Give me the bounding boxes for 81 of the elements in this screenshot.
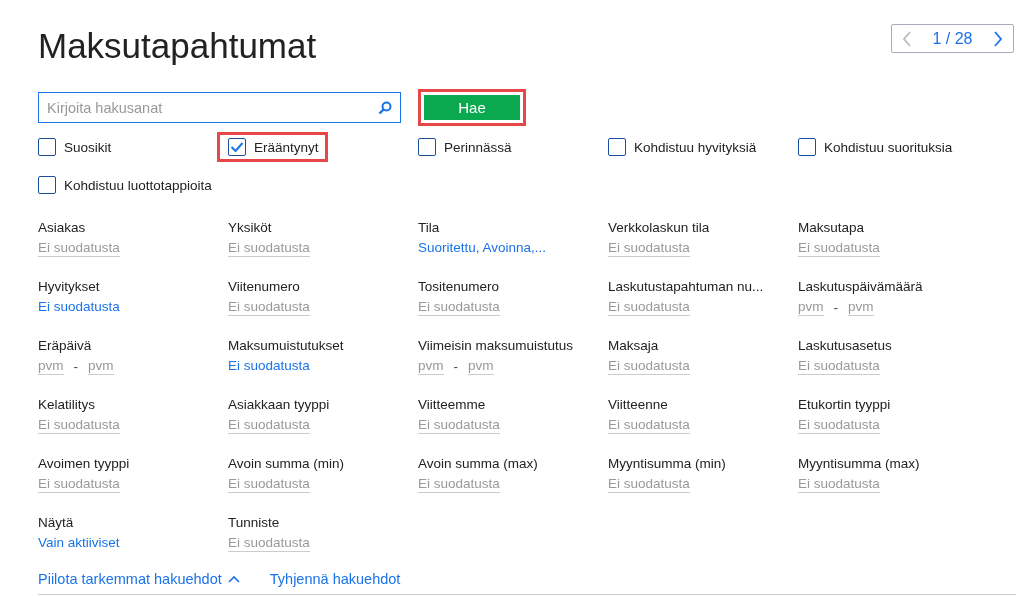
checkbox-option[interactable]: Suosikit — [27, 132, 121, 162]
filter-label: Myyntisumma (min) — [608, 456, 727, 471]
filter-value[interactable]: Ei suodatusta — [608, 298, 690, 316]
filter-label: Maksaja — [608, 338, 660, 353]
filter-value[interactable]: Ei suodatusta — [38, 475, 120, 493]
checkbox-option[interactable]: Kohdistuu hyvityksiä — [597, 132, 766, 162]
date-separator: - — [453, 358, 458, 374]
filter-label: Avoin summa (min) — [228, 456, 346, 471]
filter-label: Asiakkaan tyyppi — [228, 397, 331, 412]
date-from-field[interactable]: pvm — [418, 357, 444, 375]
filter-label: Avoin summa (max) — [418, 456, 539, 471]
filter-value[interactable]: Vain aktiiviset — [38, 534, 120, 552]
checkbox[interactable] — [418, 138, 436, 156]
filter-label: Tila — [418, 220, 441, 235]
filter-label: Yksiköt — [228, 220, 273, 235]
filter-value[interactable]: Ei suodatusta — [608, 357, 690, 375]
toggle-link[interactable]: Tyhjennä hakuehdot — [269, 571, 401, 587]
filter-value[interactable]: Ei suodatusta — [228, 357, 310, 375]
filter-value[interactable]: Ei suodatusta — [38, 416, 120, 434]
filter-value[interactable]: Ei suodatusta — [228, 298, 310, 316]
search-icon — [378, 101, 392, 115]
filter-label: Maksutapa — [798, 220, 866, 235]
checkbox[interactable] — [38, 138, 56, 156]
filter-label: Etukortin tyyppi — [798, 397, 892, 412]
filter-label: Tunniste — [228, 515, 281, 530]
filter-label: Viitteemme — [418, 397, 487, 412]
date-to-field[interactable]: pvm — [88, 357, 114, 375]
filter-label: Asiakas — [38, 220, 87, 235]
filter-value[interactable]: Ei suodatusta — [228, 534, 310, 552]
filter-label: Laskutustapahtuman nu... — [608, 279, 765, 294]
date-separator: - — [833, 299, 838, 315]
checkbox-option[interactable]: Erääntynyt — [217, 132, 328, 162]
filter-value[interactable]: Ei suodatusta — [608, 475, 690, 493]
checkbox[interactable] — [38, 176, 56, 194]
filter-value[interactable]: Ei suodatusta — [38, 298, 120, 316]
filter-label: Eräpäivä — [38, 338, 93, 353]
filter-label: Laskutuspäivämäärä — [798, 279, 924, 294]
page-title: Maksutapahtumat — [38, 26, 317, 66]
filter-label: Tositenumero — [418, 279, 501, 294]
filter-label: Viitenumero — [228, 279, 301, 294]
caret-icon — [227, 575, 240, 583]
date-to-field[interactable]: pvm — [848, 298, 874, 316]
filter-value[interactable]: Ei suodatusta — [798, 416, 880, 434]
checkbox[interactable] — [228, 138, 246, 156]
toggle-link[interactable]: Piilota tarkemmat hakuehdot — [38, 571, 240, 587]
filter-label: Viimeisin maksumuistutus — [418, 338, 575, 353]
filter-label: Myyntisumma (max) — [798, 456, 921, 471]
filter-value[interactable]: Ei suodatusta — [608, 239, 690, 257]
checkbox[interactable] — [798, 138, 816, 156]
filter-value[interactable]: Ei suodatusta — [798, 475, 880, 493]
date-separator: - — [73, 358, 78, 374]
date-to-field[interactable]: pvm — [468, 357, 494, 375]
filter-label: Kelatilitys — [38, 397, 97, 412]
checkbox-option[interactable]: Kohdistuu luottotappioita — [27, 170, 221, 200]
search-button[interactable]: Hae — [424, 95, 520, 120]
date-from-field[interactable]: pvm — [798, 298, 824, 316]
filter-value[interactable]: Ei suodatusta — [418, 475, 500, 493]
checkbox[interactable] — [608, 138, 626, 156]
filter-label: Näytä — [38, 515, 75, 530]
filter-value[interactable]: Ei suodatusta — [418, 416, 500, 434]
page-counter: 1 / 28 — [932, 29, 973, 48]
date-from-field[interactable]: pvm — [38, 357, 64, 375]
filter-label: Maksumuistutukset — [228, 338, 345, 353]
filter-value[interactable]: Suoritettu, Avoinna,... — [418, 239, 547, 257]
filter-label: Viitteenne — [608, 397, 669, 412]
checkbox-option[interactable]: Kohdistuu suorituksia — [787, 132, 962, 162]
filter-value[interactable]: Ei suodatusta — [418, 298, 500, 316]
filter-value[interactable]: Ei suodatusta — [228, 239, 310, 257]
filter-value[interactable]: Ei suodatusta — [798, 357, 880, 375]
next-page-icon[interactable] — [993, 30, 1003, 47]
filter-value[interactable]: Ei suodatusta — [608, 416, 690, 434]
filter-value[interactable]: Ei suodatusta — [228, 475, 310, 493]
filter-value[interactable]: Ei suodatusta — [798, 239, 880, 257]
search-field[interactable]: Kirjoita hakusanat — [38, 92, 401, 123]
filter-value[interactable]: Ei suodatusta — [38, 239, 120, 257]
filter-value[interactable]: Ei suodatusta — [228, 416, 310, 434]
filter-label: Laskutusasetus — [798, 338, 893, 353]
filter-label: Avoimen tyyppi — [38, 456, 131, 471]
checkbox-option[interactable]: Perinnässä — [407, 132, 521, 162]
filter-label: Verkkolaskun tila — [608, 220, 711, 235]
filter-label: Hyvitykset — [38, 279, 101, 294]
